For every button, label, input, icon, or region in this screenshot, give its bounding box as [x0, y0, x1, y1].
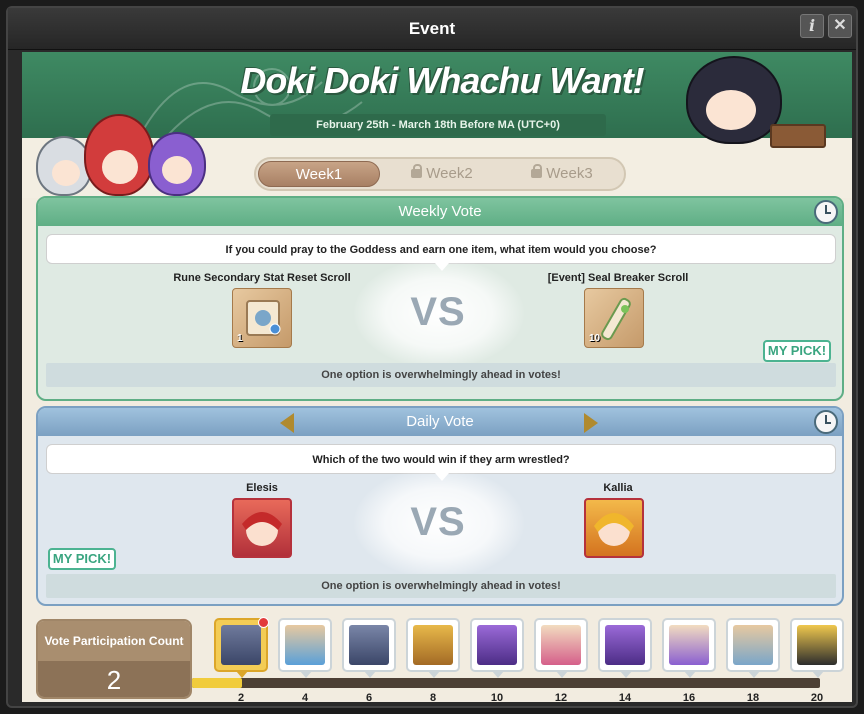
reward-slot-10[interactable] [470, 618, 524, 678]
title-bar: Event i ✕ [8, 8, 856, 50]
clock-icon[interactable] [814, 200, 838, 224]
clock-icon[interactable] [814, 410, 838, 434]
vs-label: VS [410, 290, 466, 334]
reward-slot-4[interactable] [278, 618, 332, 678]
weekly-vote-status: One option is overwhelmingly ahead in vo… [46, 363, 836, 387]
vote-participation-count: 2 [38, 661, 190, 697]
character-face-right [162, 156, 192, 184]
milestone-label: 14 [618, 692, 632, 702]
milestone-label: 20 [810, 692, 824, 702]
scroll-icon [733, 625, 773, 665]
vote-participation-label: Vote Participation Count [38, 621, 190, 661]
milestone-label: 16 [682, 692, 696, 702]
daily-option-left-name: Elesis [246, 482, 278, 494]
weekly-option-left-name: Rune Secondary Stat Reset Scroll [173, 272, 351, 284]
treasure-chest-icon [349, 625, 389, 665]
kallia-portrait[interactable] [584, 498, 644, 558]
item-quantity: 10 [589, 333, 601, 344]
banner-date-range: February 25th - March 18th Before MA (UT… [270, 114, 606, 136]
reward-slot-12[interactable] [534, 618, 588, 678]
reward-slot-6[interactable] [342, 618, 396, 678]
character-face-dark-hair [706, 90, 756, 130]
seal-breaker-scroll-icon[interactable]: 10 [584, 288, 644, 348]
reward-slot-2[interactable] [214, 617, 269, 678]
reward-slot-20[interactable] [790, 618, 844, 678]
event-window: Event i ✕ Doki Doki Whachu Want! Februar… [6, 6, 858, 708]
scroll-icon [541, 625, 581, 665]
weekly-vote-header: Weekly Vote [38, 198, 842, 226]
banner-title: Doki Doki Whachu Want! [240, 60, 644, 101]
elesis-portrait[interactable] [232, 498, 292, 558]
daily-vote-header: Daily Vote [38, 408, 842, 436]
character-face-left [52, 160, 80, 186]
lock-icon [411, 164, 423, 178]
elesis-graphic [242, 512, 282, 546]
info-icon[interactable]: i [800, 14, 824, 38]
next-arrow-icon[interactable] [584, 413, 598, 433]
tab-week2[interactable]: Week2 [384, 161, 500, 187]
item-quantity: 1 [237, 333, 243, 344]
tab-week1-label: Week1 [295, 166, 343, 183]
weekly-vote-panel: Weekly Vote If you could pray to the God… [36, 196, 844, 401]
lock-icon [531, 164, 543, 178]
gold-chest-icon [413, 625, 453, 665]
reward-slot-14[interactable] [598, 618, 652, 678]
scroll-icon [669, 625, 709, 665]
purple-chest-icon [605, 625, 645, 665]
tab-week3[interactable]: Week3 [504, 161, 620, 187]
milestone-label: 6 [365, 692, 373, 702]
reward-slot-18[interactable] [726, 618, 780, 678]
treasure-chest-icon [221, 625, 261, 665]
milestone-label: 10 [490, 692, 504, 702]
tab-week3-label: Week3 [546, 165, 593, 182]
my-pick-badge: MY PICK! [48, 548, 116, 570]
book-prop [770, 124, 826, 148]
weekly-vote-title: Weekly Vote [398, 203, 482, 220]
close-icon[interactable]: ✕ [828, 14, 852, 38]
vote-participation-box: Vote Participation Count 2 [36, 619, 192, 699]
milestone-label: 8 [429, 692, 437, 702]
event-content: Doki Doki Whachu Want! February 25th - M… [22, 52, 852, 702]
reset-scroll-icon[interactable]: 1 [232, 288, 292, 348]
character-face-center [102, 150, 138, 184]
milestone-label: 2 [237, 692, 245, 702]
weekly-option-right-name: [Event] Seal Breaker Scroll [547, 272, 689, 284]
milestone-label: 4 [301, 692, 309, 702]
participation-progress-bar [192, 678, 820, 688]
milestone-label: 18 [746, 692, 760, 702]
window-title: Event [408, 19, 456, 38]
previous-arrow-icon[interactable] [280, 413, 294, 433]
tab-week1[interactable]: Week1 [258, 161, 380, 187]
reward-slot-8[interactable] [406, 618, 460, 678]
reward-slot-16[interactable] [662, 618, 716, 678]
daily-option-right-name: Kallia [603, 482, 633, 494]
purple-chest-icon [477, 625, 517, 665]
tab-week2-label: Week2 [426, 165, 473, 182]
notification-dot [258, 617, 269, 628]
scroll-icon [285, 625, 325, 665]
vs-label: VS [410, 500, 466, 544]
daily-vote-title: Daily Vote [406, 413, 474, 430]
kallia-graphic [594, 513, 634, 546]
daily-vote-status: One option is overwhelmingly ahead in vo… [46, 574, 836, 598]
golden-box-icon [797, 625, 837, 665]
daily-vote-panel: Daily Vote Which of the two would win if… [36, 406, 844, 606]
milestone-label: 12 [554, 692, 568, 702]
participation-progress-fill [192, 678, 243, 688]
week-tabs: Week1 Week2 Week3 [254, 157, 626, 191]
my-pick-badge: MY PICK! [763, 340, 831, 362]
